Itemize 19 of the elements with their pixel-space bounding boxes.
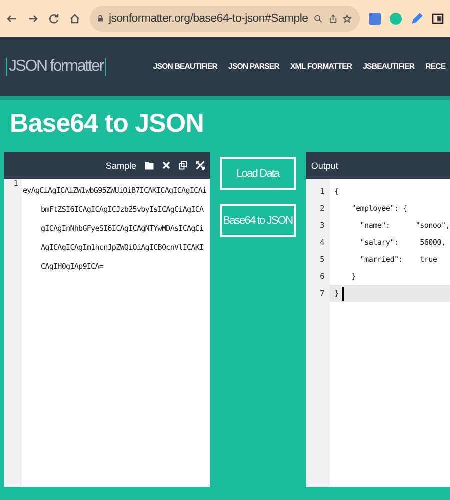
zoom-icon[interactable] (314, 12, 323, 24)
sample-link[interactable]: Sample (106, 160, 137, 170)
share-icon[interactable] (328, 12, 338, 24)
page-title: Base64 to JSON (9, 107, 205, 140)
star-icon[interactable] (343, 12, 352, 24)
pen-icon[interactable] (411, 12, 423, 24)
folder-icon[interactable] (144, 161, 154, 170)
forward-arrow-icon[interactable] (27, 12, 39, 24)
expand-icon[interactable] (196, 161, 205, 170)
lock-icon (98, 14, 103, 23)
close-icon[interactable] (162, 161, 171, 170)
copy-icon[interactable] (178, 161, 188, 170)
site-logo[interactable]: JSON formatter (6, 58, 106, 76)
output-title: Output (311, 160, 338, 170)
back-arrow-icon[interactable] (6, 12, 18, 24)
sidebar-icon[interactable] (432, 12, 444, 24)
home-icon[interactable] (69, 12, 81, 24)
reload-icon[interactable] (48, 12, 60, 24)
address-bar[interactable]: jsonformatter.org/base64-to-json#Sample (90, 6, 360, 32)
